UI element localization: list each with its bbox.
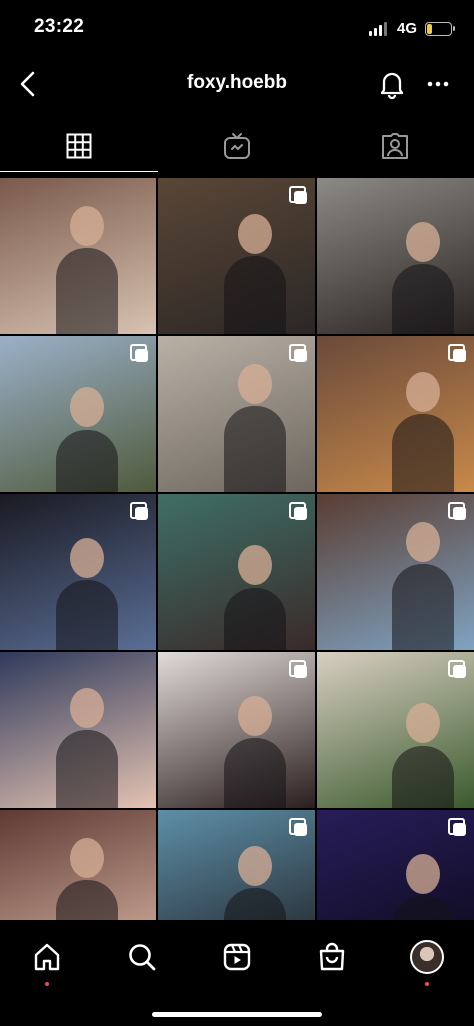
- carousel-icon: [289, 818, 307, 836]
- nav-profile[interactable]: [379, 934, 474, 986]
- nav-search[interactable]: [95, 934, 190, 980]
- nav-shop[interactable]: [284, 934, 379, 980]
- photo-subject: [238, 545, 273, 586]
- nav-reels[interactable]: [190, 934, 285, 980]
- photo-subject-body: [223, 256, 286, 334]
- post-thumbnail[interactable]: [0, 178, 156, 334]
- carousel-icon: [448, 660, 466, 678]
- bottom-navigation: [0, 920, 474, 1026]
- status-indicators: 4G: [368, 20, 455, 37]
- photo-subject-body: [56, 579, 119, 650]
- nav-home[interactable]: [0, 934, 95, 986]
- photo-subject-body: [56, 730, 119, 808]
- photo-subject-body: [223, 406, 286, 492]
- photo-subject-body: [223, 888, 286, 920]
- post-thumbnail[interactable]: [317, 336, 474, 492]
- photo-subject: [70, 537, 105, 578]
- more-options-button[interactable]: [420, 66, 456, 102]
- status-time: 23:22: [34, 16, 85, 37]
- photo-subject: [70, 838, 105, 879]
- photo-subject-body: [392, 263, 455, 334]
- carousel-icon: [448, 502, 466, 520]
- photo-subject-body: [56, 429, 119, 492]
- network-type: 4G: [396, 20, 417, 37]
- more-icon: [427, 81, 449, 87]
- photo-subject-body: [56, 880, 119, 920]
- avatar: [409, 940, 444, 974]
- battery-icon: [425, 21, 455, 36]
- photo-subject: [70, 206, 105, 247]
- igtv-icon: [224, 133, 250, 159]
- post-thumbnail[interactable]: [158, 178, 315, 334]
- photo-subject: [406, 703, 441, 744]
- profile-header: foxy.hoebb: [0, 60, 474, 110]
- photo-subject: [406, 522, 441, 563]
- photo-subject: [406, 371, 441, 412]
- profile-tabs: [0, 120, 474, 172]
- photo-subject-body: [223, 737, 286, 808]
- carousel-icon: [448, 818, 466, 836]
- carousel-icon: [130, 502, 148, 520]
- posts-grid: [0, 178, 474, 920]
- notification-dot: [424, 982, 429, 986]
- notification-dot: [45, 982, 50, 986]
- post-thumbnail[interactable]: [0, 336, 156, 492]
- status-bar: 23:22 4G: [0, 0, 474, 60]
- post-thumbnail[interactable]: [0, 494, 156, 650]
- photo-subject-body: [223, 587, 286, 650]
- photo-subject: [406, 853, 441, 894]
- photo-subject: [406, 221, 441, 262]
- post-thumbnail[interactable]: [158, 810, 315, 920]
- carousel-icon: [289, 344, 307, 362]
- post-thumbnail[interactable]: [317, 494, 474, 650]
- home-indicator: [152, 1012, 322, 1017]
- photo-subject-body: [392, 895, 455, 920]
- shop-icon: [319, 942, 344, 971]
- post-thumbnail[interactable]: [158, 336, 315, 492]
- post-thumbnail[interactable]: [317, 178, 474, 334]
- notifications-button[interactable]: [374, 66, 410, 102]
- photo-subject-body: [392, 414, 455, 492]
- grid-tab[interactable]: [0, 120, 158, 172]
- grid-icon: [66, 133, 92, 159]
- bell-icon: [380, 72, 404, 99]
- search-icon: [129, 944, 156, 971]
- carousel-icon: [289, 502, 307, 520]
- carousel-icon: [130, 344, 148, 362]
- photo-subject: [238, 695, 273, 736]
- photo-subject: [238, 845, 273, 886]
- carousel-icon: [448, 344, 466, 362]
- igtv-tab[interactable]: [158, 120, 316, 172]
- photo-subject-body: [392, 564, 455, 650]
- photo-subject: [70, 387, 105, 428]
- post-thumbnail[interactable]: [0, 810, 156, 920]
- post-thumbnail[interactable]: [158, 494, 315, 650]
- post-thumbnail[interactable]: [317, 652, 474, 808]
- post-thumbnail[interactable]: [0, 652, 156, 808]
- photo-subject-body: [56, 248, 119, 334]
- post-thumbnail[interactable]: [158, 652, 315, 808]
- photo-subject: [238, 364, 273, 405]
- carousel-icon: [289, 186, 307, 204]
- tagged-icon: [382, 133, 408, 159]
- photo-subject: [70, 687, 105, 728]
- carousel-icon: [289, 660, 307, 678]
- reels-icon: [223, 943, 251, 971]
- post-thumbnail[interactable]: [317, 810, 474, 920]
- photo-subject-body: [392, 745, 455, 808]
- signal-icon: [368, 21, 387, 36]
- photo-subject: [238, 213, 273, 254]
- home-icon: [35, 943, 60, 971]
- tagged-tab[interactable]: [316, 120, 474, 172]
